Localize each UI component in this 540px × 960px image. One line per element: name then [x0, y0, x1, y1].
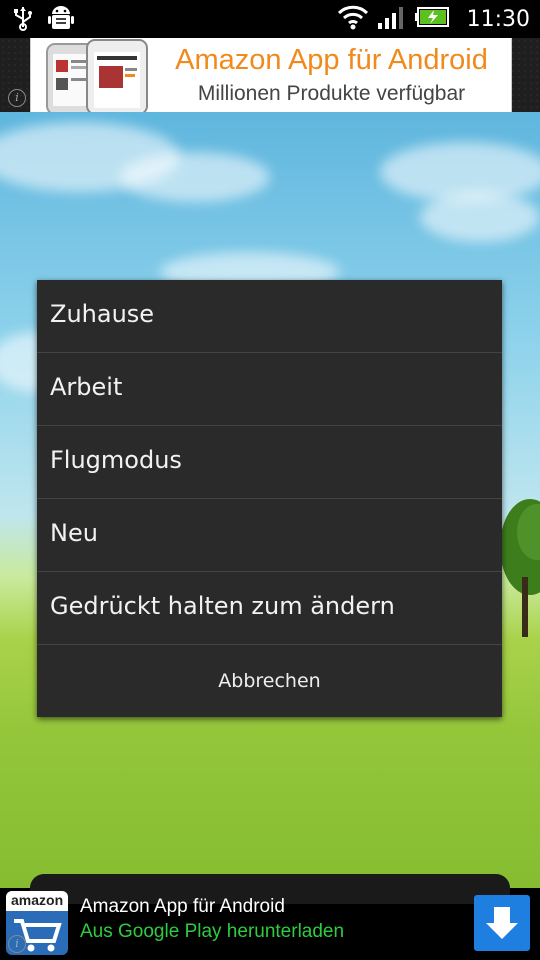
battery-charging-icon: [414, 6, 449, 32]
download-button[interactable]: [474, 895, 530, 951]
info-icon[interactable]: i: [8, 89, 26, 107]
top-ad-banner[interactable]: Amazon App für Android Millionen Produkt…: [0, 38, 540, 112]
android-debug-icon: [48, 5, 74, 37]
ad-title: Amazon App für Android: [80, 896, 285, 917]
clock: 11:30: [466, 6, 530, 32]
menu-item-label: Neu: [50, 519, 98, 547]
ad-subtitle: Millionen Produkte verfügbar: [197, 82, 466, 105]
logo-text: amazon: [11, 892, 64, 908]
menu-item-flugmodus[interactable]: Flugmodus: [37, 426, 502, 499]
usb-icon: [12, 5, 34, 37]
cancel-button[interactable]: Abbrechen: [37, 645, 502, 717]
menu-item-neu[interactable]: Neu: [37, 499, 502, 572]
menu-item-long-press-edit[interactable]: Gedrückt halten zum ändern: [37, 572, 502, 645]
status-bar: 11:30: [0, 0, 540, 38]
phones-image: [46, 39, 148, 112]
menu-item-label: Arbeit: [50, 373, 123, 401]
ad-title: Amazon App für Android: [175, 44, 488, 76]
profile-menu-dialog: Zuhause Arbeit Flugmodus Neu Gedrückt ha…: [37, 280, 502, 717]
download-arrow-icon: [486, 907, 518, 939]
menu-item-arbeit[interactable]: Arbeit: [37, 353, 502, 426]
menu-item-zuhause[interactable]: Zuhause: [37, 280, 502, 353]
menu-item-label: Gedrückt halten zum ändern: [50, 592, 395, 620]
info-icon[interactable]: i: [8, 935, 26, 953]
signal-icon: [377, 4, 407, 34]
ad-content[interactable]: Amazon App für Android Millionen Produkt…: [30, 38, 512, 112]
menu-item-label: Zuhause: [50, 300, 155, 328]
wifi-icon: [337, 4, 369, 34]
ad-subtitle: Aus Google Play herunterladen: [80, 921, 345, 942]
menu-item-label: Flugmodus: [50, 446, 182, 474]
bottom-ad-banner[interactable]: amazon i Amazon App für Android Aus Goog…: [0, 874, 540, 960]
